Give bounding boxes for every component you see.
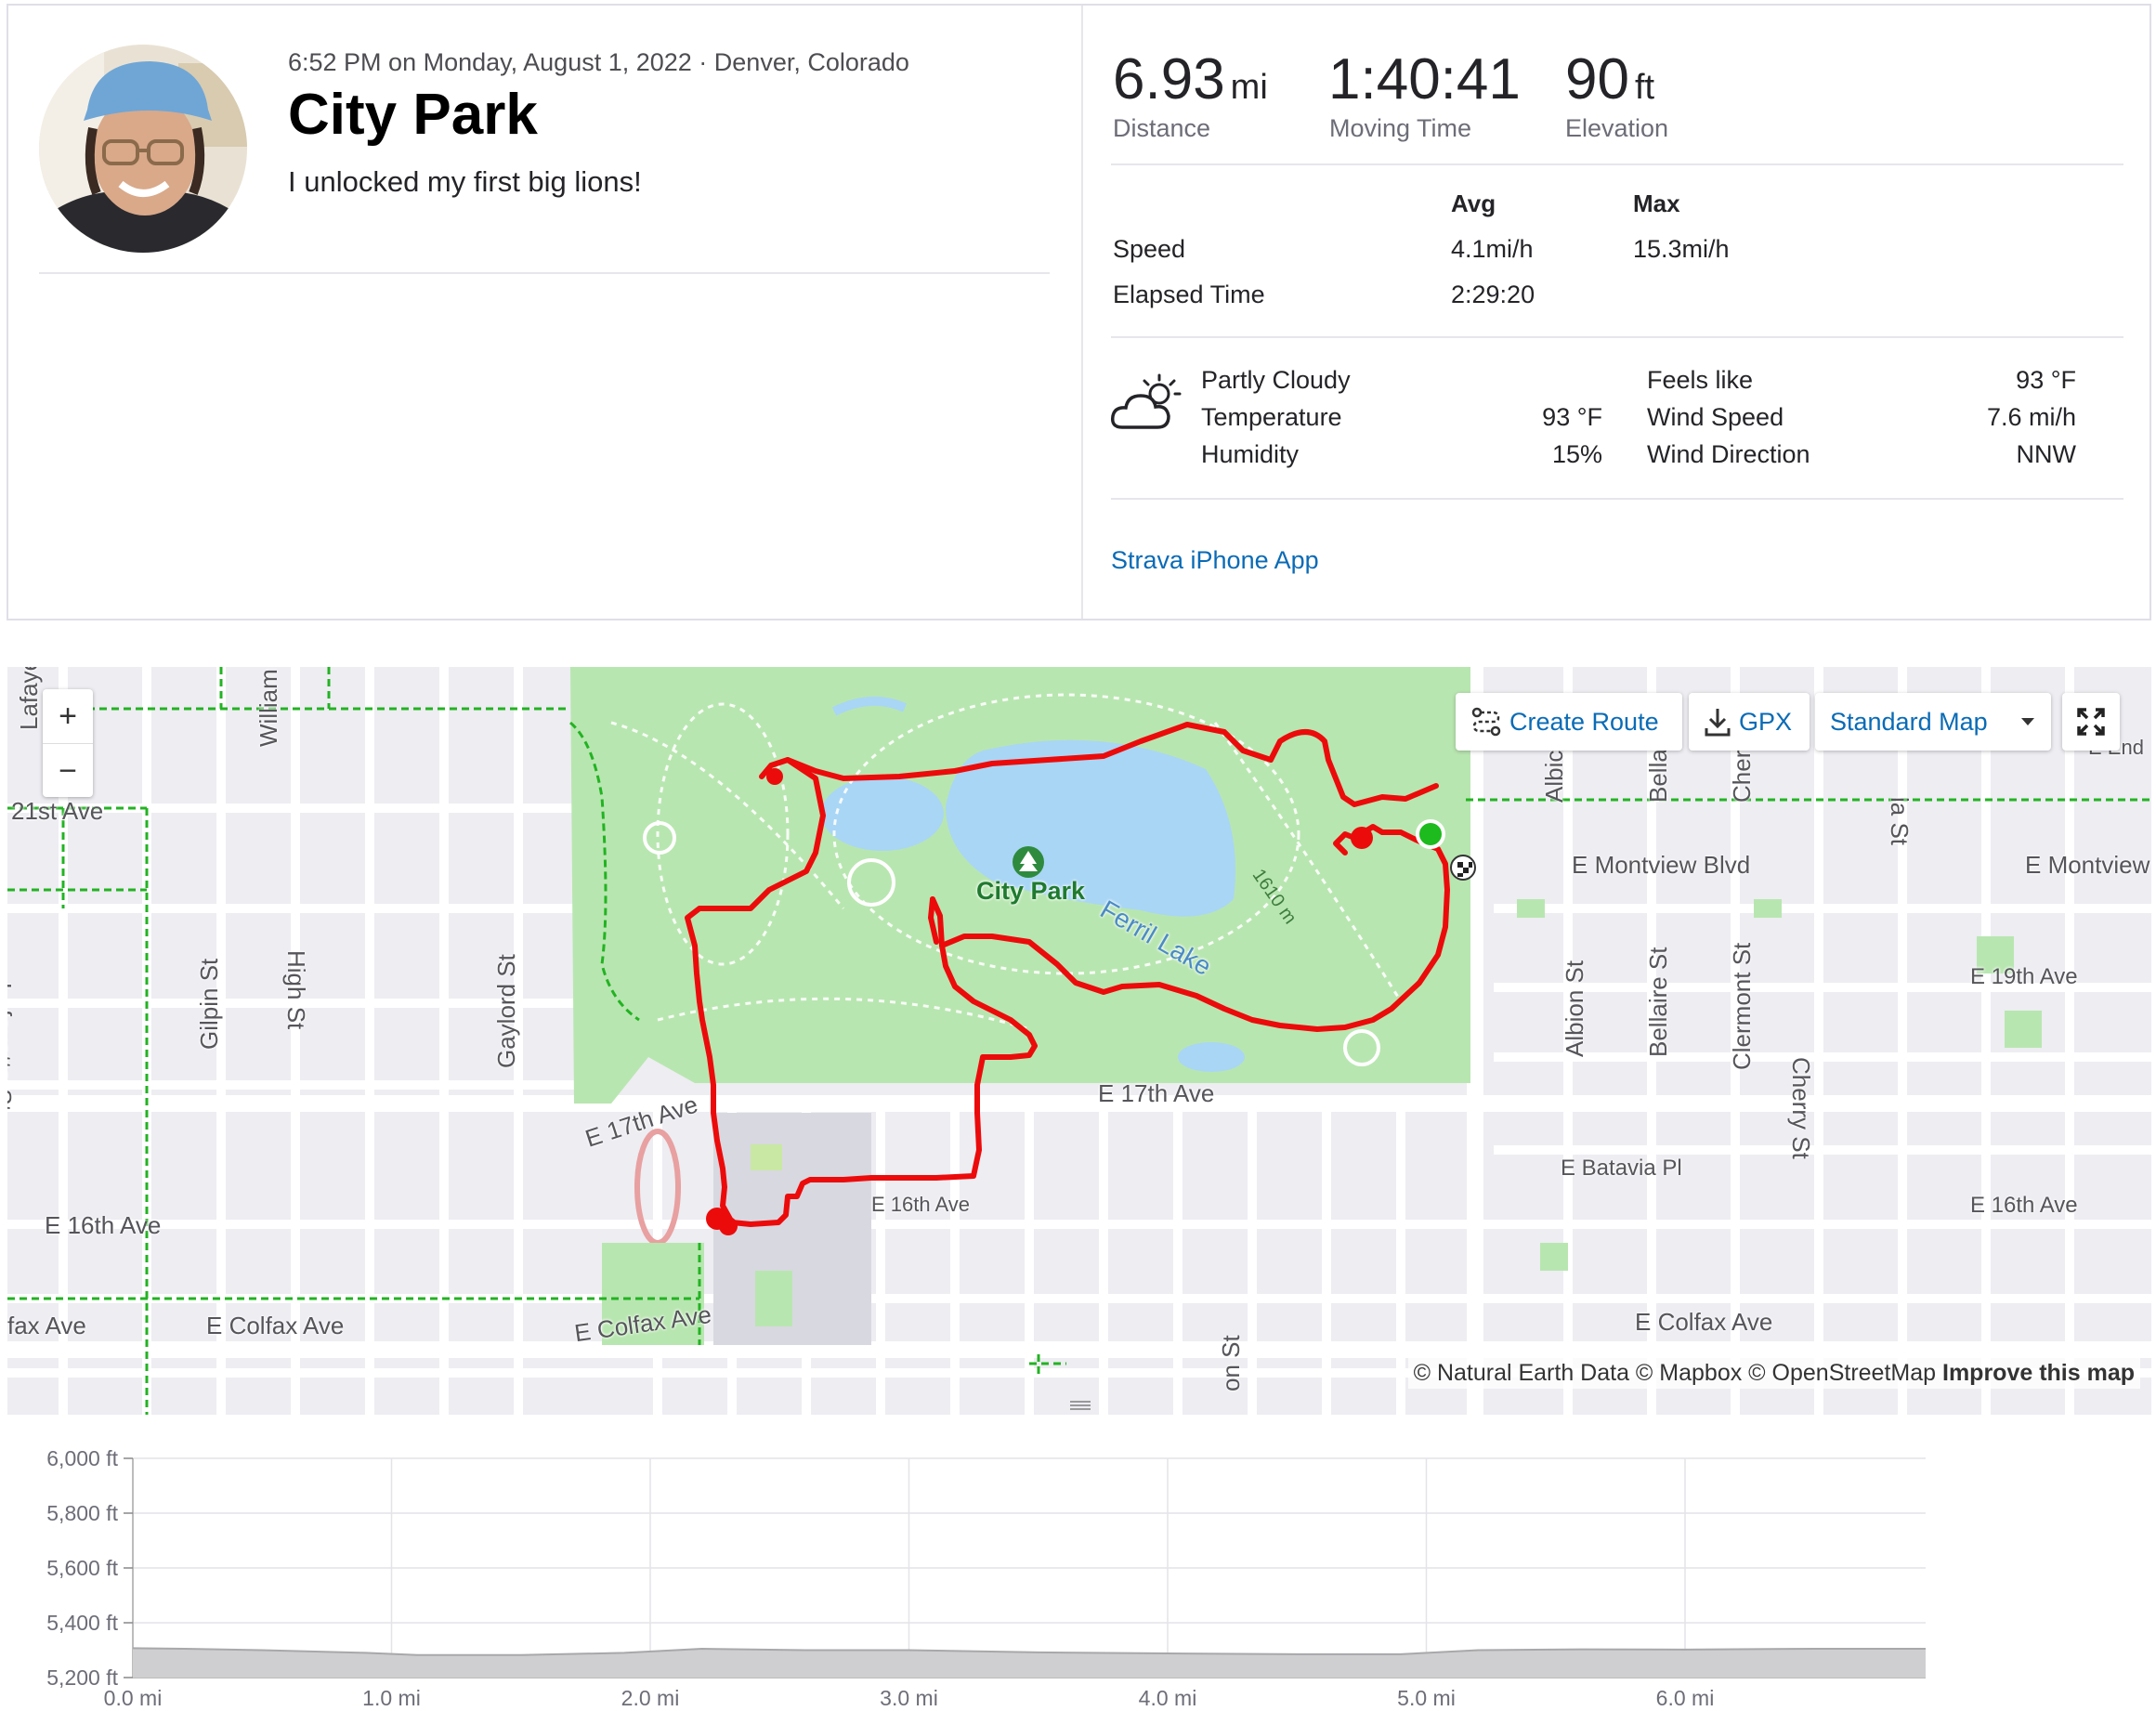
distance-stat: 6.93 mi bbox=[1113, 47, 1268, 111]
street-montview-right: E Montview bbox=[2025, 851, 2150, 879]
street-21st: 21st Ave bbox=[11, 797, 104, 825]
wind-direction-label: Wind Direction bbox=[1647, 440, 1810, 468]
distance-label: Distance bbox=[1113, 114, 1211, 142]
elevation-label: Elevation bbox=[1565, 114, 1669, 142]
street-gaylord: Gaylord St bbox=[492, 954, 520, 1068]
weather-divider-top bbox=[1111, 336, 2123, 338]
x-tick-label: 6.0 mi bbox=[1656, 1686, 1715, 1706]
street-bellaire: Bellaire St bbox=[1644, 947, 1672, 1058]
humidity-label: Humidity bbox=[1201, 440, 1300, 468]
zoom-control: + − bbox=[43, 689, 93, 797]
create-route-label: Create Route bbox=[1509, 707, 1659, 736]
y-tick-label: 5,600 ft bbox=[46, 1556, 118, 1580]
create-route-button[interactable]: Create Route bbox=[1456, 693, 1682, 751]
elevation-chart[interactable]: 6,000 ft 5,800 ft 5,600 ft 5,400 ft 5,200 ft… bbox=[7, 1415, 2151, 1710]
speed-max: 15.3mi/h bbox=[1633, 235, 1730, 263]
zoom-in-button[interactable]: + bbox=[43, 689, 93, 744]
fullscreen-button[interactable] bbox=[2062, 693, 2120, 751]
feels-like-label: Feels like bbox=[1647, 366, 1754, 394]
download-icon bbox=[1705, 709, 1731, 737]
x-tick-label: 0.0 mi bbox=[104, 1686, 163, 1706]
temperature-value: 93 °F bbox=[1542, 403, 1602, 431]
street-cherry: Cherry St bbox=[1787, 1057, 1815, 1159]
athlete-avatar[interactable] bbox=[39, 45, 247, 253]
resize-handle[interactable] bbox=[1070, 1399, 1091, 1410]
x-tick-label: 5.0 mi bbox=[1397, 1686, 1456, 1706]
speed-avg: 4.1mi/h bbox=[1451, 235, 1534, 263]
street-bellaire-top: Bella bbox=[1644, 749, 1672, 803]
street-colfax-right: E Colfax Ave bbox=[1635, 1308, 1773, 1336]
max-header: Max bbox=[1633, 189, 1680, 217]
wind-speed-value: 7.6 mi/h bbox=[1986, 403, 2076, 431]
weather-condition: Partly Cloudy bbox=[1201, 366, 1351, 394]
street-lafayette: Lafayette St bbox=[7, 983, 17, 1112]
x-tick-label: 3.0 mi bbox=[880, 1686, 938, 1706]
street-batavia: E Batavia Pl bbox=[1561, 1156, 1682, 1181]
map-canvas[interactable] bbox=[7, 667, 2151, 1415]
device-link[interactable]: Strava iPhone App bbox=[1111, 546, 1319, 575]
feels-like-value: 93 °F bbox=[2016, 366, 2076, 394]
humidity-value: 15% bbox=[1551, 440, 1602, 468]
street-lafayette-top: Lafaye bbox=[15, 667, 43, 730]
map-attribution: © Natural Earth Data © Mapbox © OpenStre… bbox=[1407, 1358, 2140, 1389]
wind-speed-label: Wind Speed bbox=[1647, 403, 1784, 431]
temperature-label: Temperature bbox=[1201, 403, 1342, 431]
street-e16th-left: E 16th Ave bbox=[45, 1211, 162, 1239]
attribution-text[interactable]: © Natural Earth Data © Mapbox © OpenStre… bbox=[1414, 1360, 1936, 1386]
improve-map-link[interactable]: Improve this map bbox=[1942, 1360, 2135, 1386]
street-montview: E Montview Blvd bbox=[1572, 851, 1751, 879]
zoom-out-button[interactable]: − bbox=[43, 744, 93, 798]
gpx-label: GPX bbox=[1739, 707, 1793, 736]
weather-divider-bottom bbox=[1111, 498, 2123, 500]
street-dahlia-top: ia St bbox=[1886, 797, 1914, 846]
card-divider bbox=[1081, 6, 1083, 619]
gpx-button[interactable]: GPX bbox=[1689, 693, 1810, 751]
speed-label: Speed bbox=[1113, 235, 1186, 263]
activity-title: City Park bbox=[288, 83, 538, 147]
elevation-chart-canvas[interactable]: 6,000 ft5,800 ft5,600 ft5,400 ft5,200 ft… bbox=[7, 1415, 2151, 1710]
map-style-dropdown[interactable]: Standard Map bbox=[1815, 693, 2051, 751]
park-label: City Park bbox=[976, 877, 1086, 905]
stats-divider bbox=[1111, 163, 2123, 165]
street-albion: Albion St bbox=[1561, 960, 1588, 1057]
description-divider bbox=[39, 272, 1050, 274]
activity-description: I unlocked my first big lions! bbox=[288, 165, 642, 198]
street-cherry-top: Cher bbox=[1728, 750, 1756, 803]
street-clermont: Clermont St bbox=[1728, 942, 1756, 1070]
caret-down-icon bbox=[2021, 718, 2034, 725]
street-colfax-left: E Colfax Ave bbox=[206, 1312, 345, 1339]
x-tick-label: 1.0 mi bbox=[362, 1686, 421, 1706]
x-tick-label: 2.0 mi bbox=[621, 1686, 680, 1706]
wind-direction-value: NNW bbox=[2016, 440, 2076, 468]
elapsed-time-label: Elapsed Time bbox=[1113, 281, 1265, 308]
street-e19th: E 19th Ave bbox=[1970, 964, 2078, 989]
partly-cloudy-icon bbox=[1109, 370, 1183, 435]
street-e16th-right: E 16th Ave bbox=[1970, 1193, 2078, 1218]
y-tick-label: 5,800 ft bbox=[46, 1501, 118, 1525]
moving-time-label: Moving Time bbox=[1329, 114, 1472, 142]
street-e17th: E 17th Ave bbox=[1098, 1079, 1215, 1107]
street-e16th-mid: E 16th Ave bbox=[871, 1193, 971, 1216]
avg-header: Avg bbox=[1451, 189, 1496, 217]
moving-time-stat: 1:40:41 bbox=[1328, 47, 1521, 111]
street-gilpin: Gilpin St bbox=[195, 958, 223, 1050]
route-finish-marker bbox=[1450, 855, 1476, 881]
route-start-marker bbox=[1416, 819, 1445, 849]
street-william: William bbox=[255, 669, 282, 747]
street-albion-top: Albic bbox=[1540, 750, 1568, 803]
elapsed-time-value: 2:29:20 bbox=[1451, 281, 1535, 308]
y-tick-label: 6,000 ft bbox=[46, 1446, 118, 1470]
activity-date-location: 6:52 PM on Monday, August 1, 2022 · Denv… bbox=[288, 48, 909, 76]
elevation-stat: 90 ft bbox=[1565, 47, 1655, 111]
street-onst: on St bbox=[1217, 1335, 1245, 1391]
route-map[interactable]: City Park Ferril Lake 1610 m Lafaye Will… bbox=[7, 667, 2151, 1415]
street-colfax-far: fax Ave bbox=[7, 1312, 86, 1339]
y-tick-label: 5,400 ft bbox=[46, 1611, 118, 1635]
fullscreen-icon bbox=[2077, 708, 2105, 736]
x-tick-label: 4.0 mi bbox=[1139, 1686, 1197, 1706]
map-style-label: Standard Map bbox=[1830, 707, 1988, 736]
park-tree-icon bbox=[1013, 846, 1044, 878]
route-icon bbox=[1471, 707, 1501, 737]
street-high: High St bbox=[282, 950, 310, 1030]
